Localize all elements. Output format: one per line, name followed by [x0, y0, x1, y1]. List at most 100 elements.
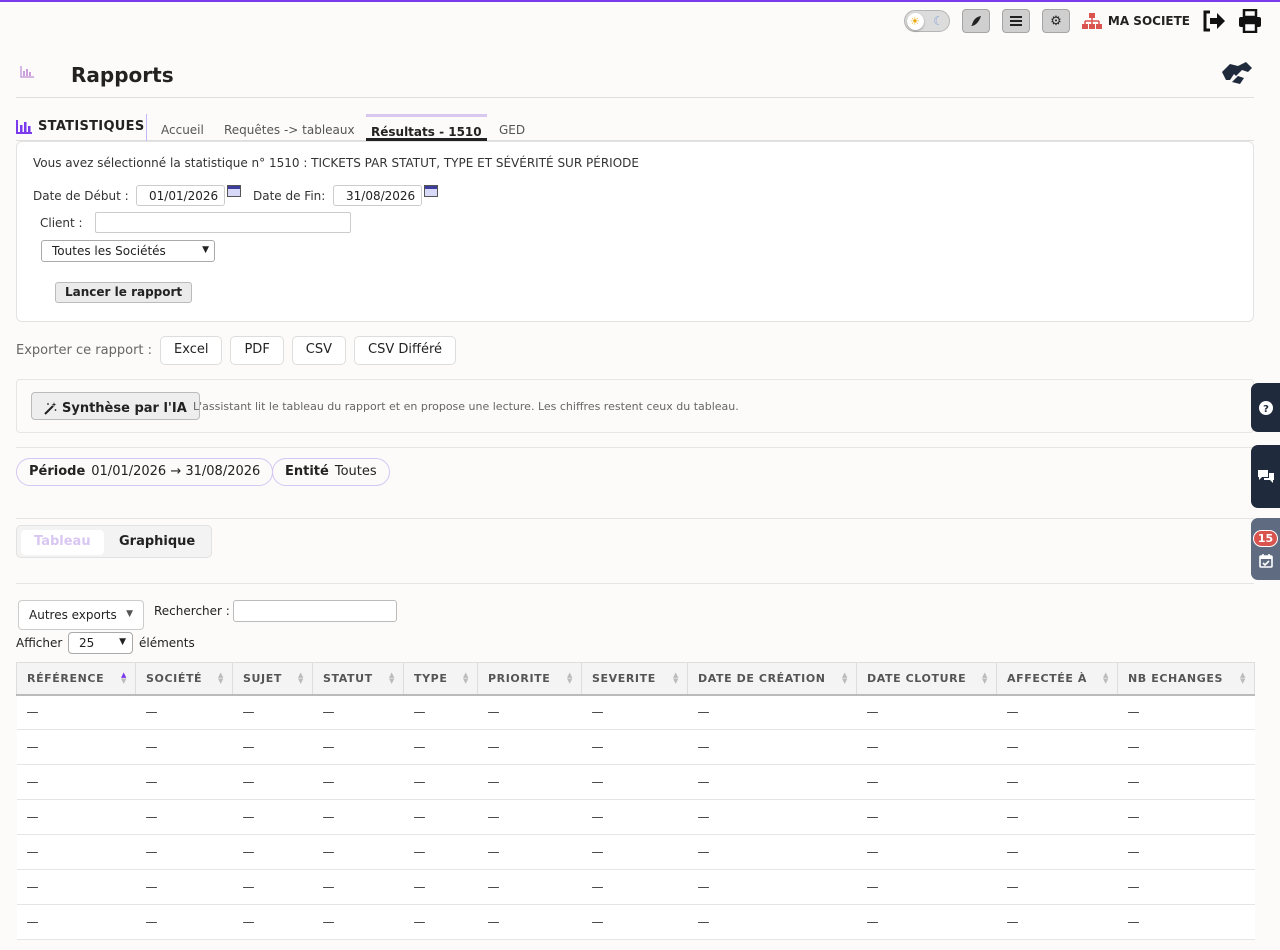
table-cell: — — [135, 764, 233, 800]
theme-toggle[interactable]: ☀ ☾ — [903, 10, 950, 32]
launch-report-button[interactable]: Lancer le rapport — [55, 282, 193, 303]
column-header[interactable]: DATE CLOTURE ▲ ▼ — [856, 662, 997, 696]
table-cell: — — [312, 834, 404, 870]
end-date-input[interactable]: 31/08/2026 — [333, 185, 422, 206]
page-length-select[interactable]: 25 ▼ — [68, 632, 133, 654]
chart-bar-icon — [20, 66, 34, 78]
report-criteria: Vous avez sélectionné la statistique n° … — [16, 141, 1254, 322]
agenda-badge: 15 — [1252, 530, 1279, 547]
table-view-button[interactable]: Tableau — [21, 530, 104, 555]
table-row[interactable]: — — — — — — — — — — — — [16, 764, 1255, 800]
table-cell: — — [687, 799, 857, 835]
export-row: Exporter ce rapport : Excel PDF CSV CSV … — [16, 336, 457, 365]
handshake-icon[interactable] — [1220, 58, 1254, 88]
view-toggle: Tableau Graphique — [16, 525, 212, 558]
other-exports-dropdown[interactable]: Autres exports ▼ — [18, 600, 144, 630]
table-cell: — — [232, 904, 313, 940]
feather-button[interactable] — [961, 9, 990, 33]
menu-button[interactable] — [1001, 9, 1030, 33]
table-row[interactable]: — — — — — — — — — — — — [16, 729, 1255, 765]
table-cell: — — [996, 694, 1118, 730]
column-header[interactable]: TYPE ▲ ▼ — [403, 662, 478, 696]
tab-accueil[interactable]: Accueil — [161, 123, 204, 137]
table-cell: — — [135, 834, 233, 870]
calendar-icon[interactable] — [227, 185, 241, 197]
other-exports-label: Autres exports — [29, 608, 117, 622]
table-cell: — — [135, 869, 233, 905]
table-row[interactable]: — — — — — — — — — — — — [16, 834, 1255, 870]
export-csv-deferred-button[interactable]: CSV Différé — [354, 336, 457, 365]
table-row[interactable]: — — — — — — — — — — — — [16, 694, 1255, 730]
chart-bar-icon — [16, 119, 32, 134]
column-label: AFFECTÉE À — [1007, 671, 1088, 685]
column-header[interactable]: STATUT ▲ ▼ — [312, 662, 404, 696]
table-cell: — — [16, 764, 136, 800]
company-switcher[interactable]: MA SOCIETE — [1081, 13, 1190, 29]
export-pdf-button[interactable]: PDF — [230, 336, 284, 365]
table-row[interactable]: — — — — — — — — — — — — [16, 904, 1255, 940]
search-input[interactable] — [233, 600, 397, 622]
start-date-label: Date de Début : — [33, 189, 129, 203]
column-label: TYPE — [414, 671, 448, 685]
settings-button[interactable]: ⚙ — [1041, 9, 1070, 33]
tabs-separator — [146, 114, 147, 141]
tab-resultats[interactable]: Résultats - 1510 — [366, 114, 487, 141]
table-cell: — — [996, 869, 1118, 905]
export-excel-button[interactable]: Excel — [160, 336, 223, 365]
column-header[interactable]: SOCIÉTÉ ▲ ▼ — [135, 662, 233, 696]
sort-icon: ▲ ▼ — [567, 671, 573, 685]
table-cell: — — [581, 869, 688, 905]
table-cell: — — [16, 904, 136, 940]
table-cell: — — [403, 764, 478, 800]
print-button[interactable] — [1238, 9, 1262, 33]
column-label: STATUT — [323, 671, 373, 685]
table-cell: — — [477, 834, 582, 870]
table-cell: — — [16, 694, 136, 730]
start-date-input[interactable]: 01/01/2026 — [136, 185, 225, 206]
column-header[interactable]: SUJET ▲ ▼ — [232, 662, 313, 696]
table-cell: — — [403, 694, 478, 730]
table-cell: — — [1117, 834, 1255, 870]
table-cell: — — [403, 834, 478, 870]
client-input[interactable] — [95, 212, 351, 233]
page-title: Rapports — [71, 63, 174, 87]
ai-synthesis-button[interactable]: Synthèse par l'IA — [31, 392, 200, 420]
chevron-down-icon: ▼ — [119, 637, 126, 647]
divider — [16, 518, 1254, 519]
table-cell: — — [312, 694, 404, 730]
chat-button[interactable] — [1251, 445, 1280, 508]
table-cell: — — [403, 729, 478, 765]
table-cell: — — [581, 694, 688, 730]
column-header[interactable]: NB ECHANGES ▲ ▼ — [1117, 662, 1255, 696]
column-header[interactable]: SEVERITE ▲ ▼ — [581, 662, 688, 696]
table-cell: — — [856, 799, 997, 835]
sort-icon: ▲ ▼ — [673, 671, 679, 685]
table-cell: — — [581, 799, 688, 835]
tab-requetes[interactable]: Requêtes -> tableaux — [224, 123, 355, 137]
table-cell: — — [477, 729, 582, 765]
table-cell: — — [232, 694, 313, 730]
column-header[interactable]: AFFECTÉE À ▲ ▼ — [996, 662, 1118, 696]
client-label: Client : — [40, 216, 83, 230]
chart-view-button[interactable]: Graphique — [106, 530, 208, 555]
column-header[interactable]: RÉFÉRENCE ▲ ▼ — [16, 662, 136, 696]
sitemap-icon — [1081, 13, 1102, 29]
help-button[interactable]: ? — [1251, 383, 1280, 432]
column-header[interactable]: DATE DE CRÉATION ▲ ▼ — [687, 662, 857, 696]
export-csv-button[interactable]: CSV — [291, 336, 347, 365]
table-body: — — — — — — — — — — — — — — — — — — — — — — — — — — — — — — — — — — — — — — — —… — [16, 694, 1255, 940]
agenda-button[interactable]: 15 — [1251, 518, 1280, 580]
table-row[interactable]: — — — — — — — — — — — — [16, 869, 1255, 905]
table-cell: — — [856, 869, 997, 905]
calendar-icon[interactable] — [424, 185, 438, 197]
tab-ged[interactable]: GED — [499, 123, 525, 137]
column-header[interactable]: PRIORITE ▲ ▼ — [477, 662, 582, 696]
column-label: SOCIÉTÉ — [146, 671, 203, 685]
logout-button[interactable] — [1202, 10, 1226, 32]
sort-icon: ▲ ▼ — [463, 671, 469, 685]
table-cell: — — [312, 799, 404, 835]
table-row[interactable]: — — — — — — — — — — — — [16, 799, 1255, 835]
menu-icon — [1009, 16, 1022, 26]
table-cell: — — [996, 729, 1118, 765]
company-select[interactable]: Toutes les Sociétés ▼ — [41, 240, 215, 262]
